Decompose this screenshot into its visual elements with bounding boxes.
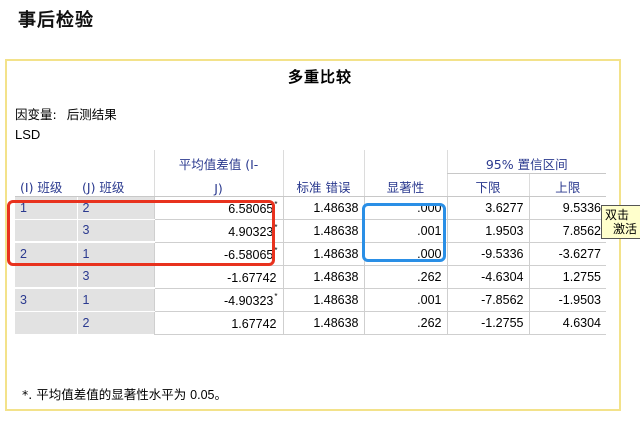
cell-j: 2 xyxy=(76,196,154,220)
cell-lower: -7.8562 xyxy=(446,288,529,312)
method-label: LSD xyxy=(15,127,41,142)
header-row-bottom: (I) 班级 (J) 班级 J) 标准 错误 显著性 下限 上限 xyxy=(15,173,606,197)
cell-significance: .262 xyxy=(363,265,447,289)
cell-i xyxy=(15,265,77,289)
cell-j: 3 xyxy=(76,219,154,243)
cell-upper: 9.5336 xyxy=(528,196,606,220)
table-row[interactable]: 3 1 -4.90323* 1.48638 .001 -7.8562 -1.95… xyxy=(15,288,606,312)
cell-std-error: 1.48638 xyxy=(282,219,364,243)
header-i-class: (I) 班级 xyxy=(15,173,77,197)
header-ci: 95% 置信区间 xyxy=(446,150,606,174)
cell-i xyxy=(15,311,77,334)
table-row[interactable]: 3 -1.67742 1.48638 .262 -4.6304 1.2755 xyxy=(15,265,606,289)
cell-std-error: 1.48638 xyxy=(282,265,364,289)
cell-std-error: 1.48638 xyxy=(282,288,364,312)
cell-significance: .001 xyxy=(363,219,447,243)
cell-mean-diff: -6.58065* xyxy=(153,242,283,266)
header-row-top: 平均值差值 (I- 95% 置信区间 xyxy=(15,150,606,174)
header-lower: 下限 xyxy=(446,173,529,197)
cell-j: 1 xyxy=(76,288,154,312)
cell-significance: .000 xyxy=(363,196,447,220)
table-row[interactable]: 3 4.90323* 1.48638 .001 1.9503 7.8562 xyxy=(15,219,606,243)
header-upper: 上限 xyxy=(528,173,606,197)
cell-significance: .000 xyxy=(363,242,447,266)
header-std-error: 标准 错误 xyxy=(282,173,364,197)
cell-lower: -1.2755 xyxy=(446,311,529,335)
cell-lower: -4.6304 xyxy=(446,265,529,289)
footnote: *. 平均值差值的显著性水平为 0.05。 xyxy=(22,387,228,402)
cell-std-error: 1.48638 xyxy=(282,196,364,220)
header-j-class: (J) 班级 xyxy=(77,173,154,197)
dependent-value: 后测结果 xyxy=(66,107,117,122)
cell-j: 3 xyxy=(76,265,154,289)
table-title: 多重比较 xyxy=(287,68,352,86)
cell-mean-diff: 4.90323* xyxy=(153,219,283,243)
dependent-label: 因变量: xyxy=(15,107,57,122)
cell-i: 2 xyxy=(15,242,77,266)
cell-i: 1 xyxy=(15,196,77,220)
cell-upper: -1.9503 xyxy=(528,288,606,312)
cell-upper: -3.6277 xyxy=(528,242,606,266)
table-row[interactable]: 2 1 -6.58065* 1.48638 .000 -9.5336 -3.62… xyxy=(15,242,606,266)
cell-i xyxy=(15,219,77,243)
cell-significance: .262 xyxy=(363,311,447,335)
cell-mean-diff: 1.67742 xyxy=(153,311,283,335)
cell-lower: 1.9503 xyxy=(446,219,529,243)
header-mean-diff-2: J) xyxy=(153,173,283,197)
multiple-comparisons-table[interactable]: 平均值差值 (I- 95% 置信区间 (I) 班级 (J) 班级 J) 标准 错… xyxy=(15,150,606,335)
activate-tooltip: 双击 激活 xyxy=(601,205,640,239)
cell-i: 3 xyxy=(15,288,77,312)
cell-mean-diff: -1.67742 xyxy=(153,265,283,289)
header-mean-diff-1: 平均值差值 (I- xyxy=(153,150,283,173)
cell-upper: 1.2755 xyxy=(528,265,606,289)
cell-upper: 4.6304 xyxy=(528,311,606,335)
dependent-variable: 因变量: 后测结果 xyxy=(15,104,117,123)
section-title: 事后检验 xyxy=(18,10,94,31)
header-significance: 显著性 xyxy=(363,173,447,197)
table-row[interactable]: 1 2 6.58065* 1.48638 .000 3.6277 9.5336 xyxy=(15,196,606,220)
cell-j: 1 xyxy=(76,242,154,266)
cell-std-error: 1.48638 xyxy=(282,311,364,335)
cell-mean-diff: 6.58065* xyxy=(153,196,283,220)
cell-significance: .001 xyxy=(363,288,447,312)
cell-j: 2 xyxy=(76,311,154,334)
cell-std-error: 1.48638 xyxy=(282,242,364,266)
cell-mean-diff: -4.90323* xyxy=(153,288,283,312)
cell-lower: -9.5336 xyxy=(446,242,529,266)
cell-upper: 7.8562 xyxy=(528,219,606,243)
cell-lower: 3.6277 xyxy=(446,196,529,220)
table-row[interactable]: 2 1.67742 1.48638 .262 -1.2755 4.6304 xyxy=(15,311,606,335)
